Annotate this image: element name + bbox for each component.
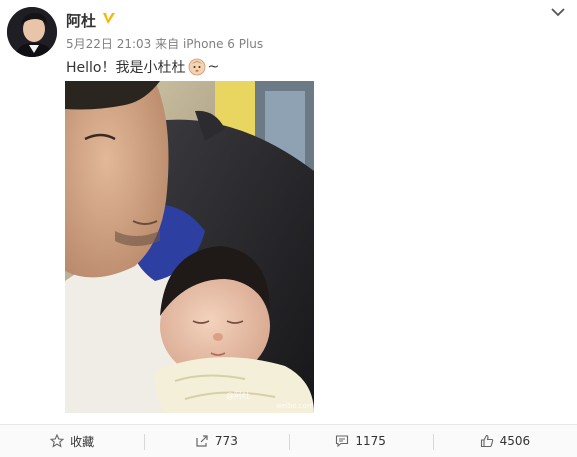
comment-icon	[336, 435, 349, 448]
username[interactable]: 阿杜	[66, 10, 96, 31]
post-meta: 5月22日 21:03 来自 iPhone 6 Plus	[66, 35, 263, 52]
action-bar: 收藏 773 1175 4506	[0, 424, 577, 457]
avatar-image	[7, 7, 57, 57]
favorite-button[interactable]: 收藏	[0, 425, 144, 457]
chevron-down-icon[interactable]	[550, 6, 566, 18]
post-photo[interactable]	[65, 81, 314, 413]
photo-father-and-baby	[65, 81, 314, 413]
photo-watermark: @阿杜	[226, 391, 250, 400]
repost-icon	[196, 435, 208, 447]
baby-face-emoji-icon	[188, 58, 205, 76]
photo-watermark-url: weibo.com/aduofficial	[276, 402, 353, 410]
comment-button[interactable]: 1175	[288, 425, 433, 457]
post-text-main: Hello！我是小杜杜	[66, 60, 186, 76]
favorite-label: 收藏	[70, 434, 95, 449]
avatar[interactable]	[7, 7, 57, 57]
star-icon	[50, 434, 65, 448]
like-button[interactable]: 4506	[432, 425, 577, 457]
post-source: 来自 iPhone 6 Plus	[155, 37, 264, 51]
like-count: 4506	[499, 434, 531, 448]
post-text: Hello！我是小杜杜 ~	[66, 57, 219, 77]
repost-button[interactable]: 773	[144, 425, 288, 457]
post-text-tail: ~	[207, 59, 220, 75]
repost-count: 773	[214, 434, 238, 448]
comment-count: 1175	[355, 434, 386, 448]
post-timestamp[interactable]: 5月22日 21:03	[66, 37, 151, 51]
verified-badge-icon	[103, 13, 115, 24]
thumbs-up-icon	[480, 434, 493, 448]
